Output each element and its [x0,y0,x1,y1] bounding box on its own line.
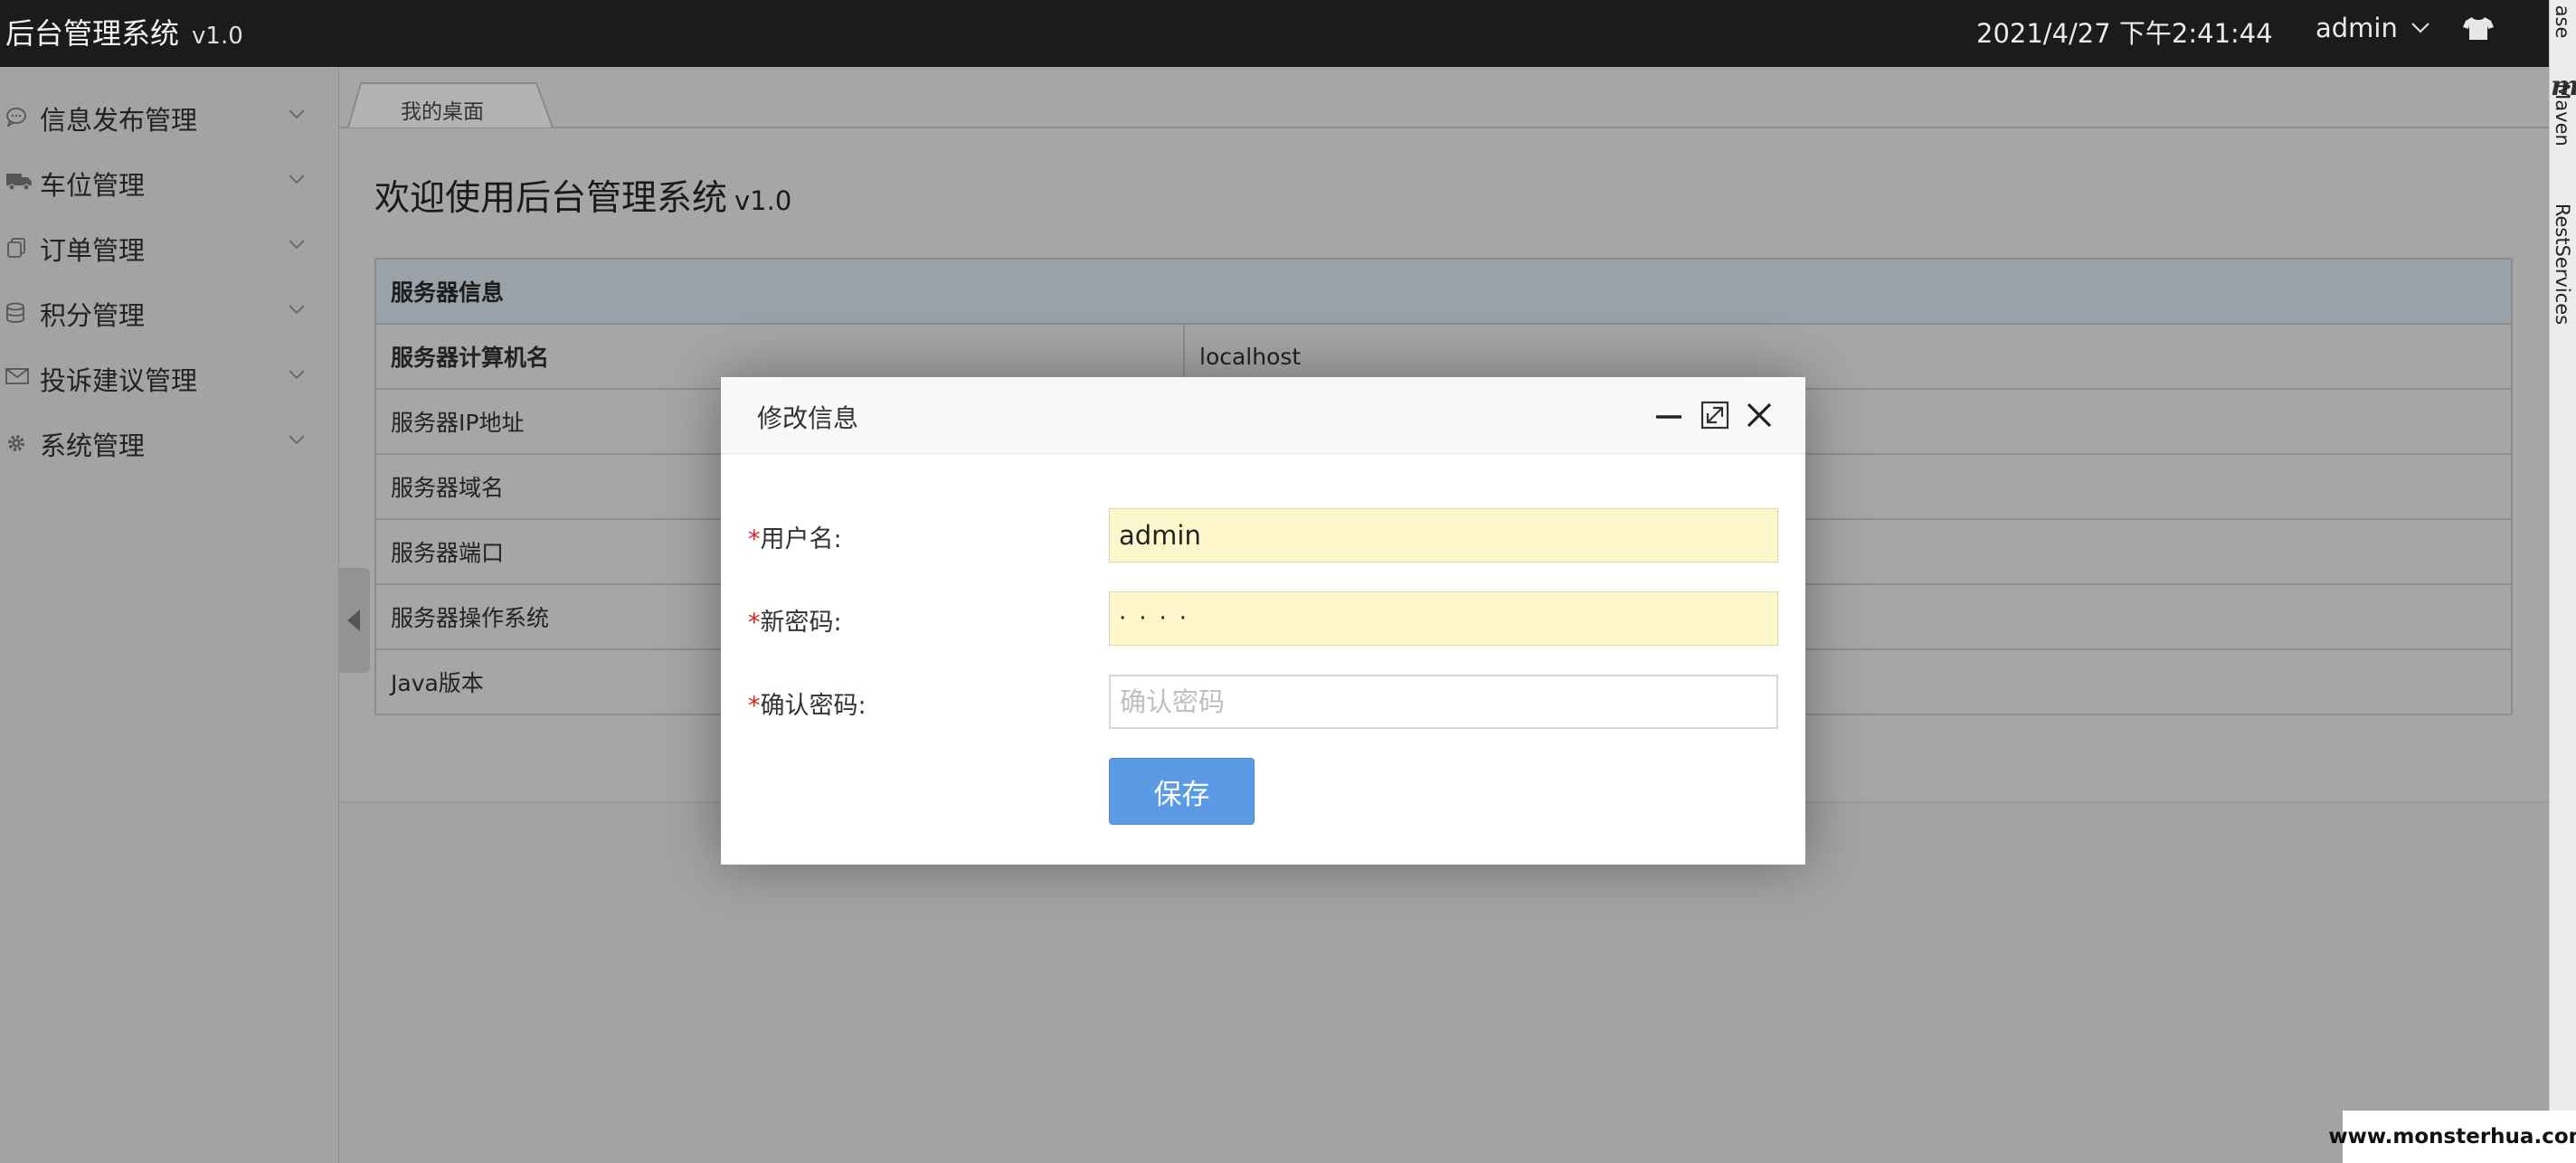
sidebar-item-label: 投诉建议管理 [40,365,198,396]
chevron-down-icon [289,109,305,119]
table-header: 服务器信息 [374,258,2513,325]
sidebar-item-complaints[interactable]: 投诉建议管理 [0,349,338,403]
database-icon [6,302,24,323]
modal-header: 修改信息 [721,377,1805,454]
sidebar-item-label: 系统管理 [40,430,146,461]
ide-tab-restservices[interactable]: RestServices [2552,203,2573,325]
required-mark: * [748,692,761,720]
sidebar-item-label: 车位管理 [40,170,146,201]
sidebar-item-points[interactable]: 积分管理 [0,284,338,338]
app-title: 后台管理系统 [5,16,180,51]
edit-info-modal: 修改信息 *用户名: admin *新密码: ···· *确认密码: 保存 [721,377,1805,865]
collapse-arrow-icon [347,610,360,631]
page: 后台管理系统 v1.0 2021/4/27 下午2:41:44 admin 信息发… [0,0,2576,1163]
tab-label: 我的桌面 [401,100,484,124]
sidebar-item-label: 订单管理 [40,235,146,266]
save-button[interactable]: 保存 [1109,758,1255,825]
sidebar-collapse-handle[interactable] [339,568,370,673]
confirm-password-input[interactable] [1109,675,1778,729]
truck-icon [6,174,32,191]
watermark: www.monsterhua.com [2328,1111,2576,1163]
sidebar-item-orders[interactable]: 订单管理 [0,219,338,273]
app-version: v1.0 [192,23,243,50]
tshirt-icon[interactable] [2462,15,2495,41]
envelope-icon [5,368,29,384]
maximize-icon[interactable] [1700,401,1729,430]
table-header-row: 服务器信息 [374,258,2513,325]
tab-my-desktop[interactable]: 我的桌面 [346,81,554,128]
user-menu[interactable]: admin [2316,13,2430,43]
tab-bar: 我的桌面 [339,67,2549,128]
sidebar-item-label: 积分管理 [40,300,146,331]
minimize-icon[interactable] [1654,401,1683,430]
chevron-down-icon [2411,23,2429,33]
current-datetime: 2021/4/27 下午2:41:44 [1976,18,2273,49]
sidebar-item-info-publish[interactable]: 信息发布管理 [0,89,338,143]
gear-icon [8,435,24,451]
top-bar: 后台管理系统 v1.0 2021/4/27 下午2:41:44 admin [0,0,2549,67]
modal-title: 修改信息 [757,403,859,433]
close-icon[interactable] [1746,402,1773,429]
ide-side-strip [2549,0,2576,1163]
chevron-down-icon [289,435,305,445]
confirm-password-label: *确认密码: [748,686,867,721]
chevron-down-icon [289,240,305,250]
chevron-down-icon [289,305,305,315]
comment-icon [6,108,26,127]
username-label: *用户名: [748,519,842,554]
sidebar-item-parking[interactable]: 车位管理 [0,154,338,208]
new-password-label: *新密码: [748,602,842,638]
new-password-label-text: 新密码: [760,609,842,637]
welcome-heading: 欢迎使用后台管理系统 v1.0 [374,170,791,221]
sidebar-item-system[interactable]: 系统管理 [0,414,338,468]
username-label-text: 用户名: [760,525,842,553]
sidebar-item-label: 信息发布管理 [40,105,198,136]
app-logo[interactable]: 后台管理系统 v1.0 [5,11,243,52]
ide-tab-maven[interactable]: Maven [2552,83,2573,147]
welcome-version: v1.0 [734,185,792,216]
chevron-down-icon [289,370,305,380]
required-mark: * [748,609,761,637]
new-password-input[interactable]: ···· [1109,591,1778,646]
confirm-password-label-text: 确认密码: [760,692,867,720]
copy-icon [7,238,25,258]
sidebar: 信息发布管理 车位管理 订单管理 积分管理 投诉建议管理 系统管理 [0,67,339,1163]
username-input[interactable]: admin [1109,508,1778,563]
user-name: admin [2316,13,2398,43]
welcome-text: 欢迎使用后台管理系统 [374,178,728,219]
chevron-down-icon [289,175,305,184]
required-mark: * [748,525,761,553]
ide-tab-database[interactable]: ase [2552,5,2573,39]
